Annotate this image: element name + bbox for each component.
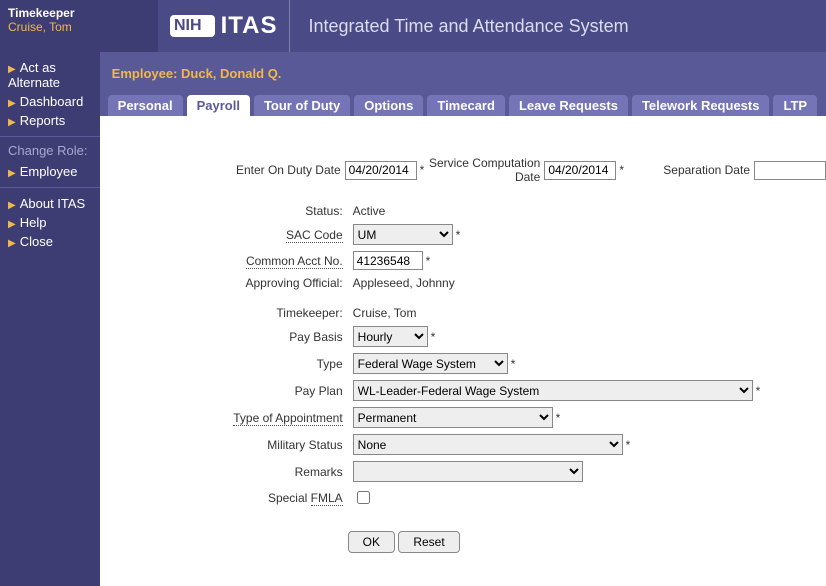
sidebar: ▶Act as Alternate ▶Dashboard ▶Reports Ch…: [0, 52, 100, 586]
pay-plan-select[interactable]: WL-Leader-Federal Wage System: [353, 380, 753, 401]
bullet-icon: ▶: [8, 238, 16, 249]
common-acct-label: Common Acct No.: [246, 254, 343, 269]
tab-leave-requests[interactable]: Leave Requests: [509, 95, 628, 116]
tab-options[interactable]: Options: [354, 95, 423, 116]
type-appt-label: Type of Appointment: [233, 411, 342, 426]
enter-on-duty-input[interactable]: [345, 161, 417, 180]
pay-basis-select[interactable]: Hourly: [353, 326, 428, 347]
sidebar-item-help[interactable]: ▶Help: [8, 213, 92, 232]
sac-label: SAC Code: [286, 228, 343, 243]
type-label: Type: [102, 351, 347, 376]
pay-plan-label: Pay Plan: [102, 378, 347, 403]
nih-badge: NIH: [170, 15, 215, 37]
military-label: Military Status: [102, 432, 347, 457]
sep-date-input[interactable]: [754, 161, 826, 180]
sidebar-group-actions: ▶Act as Alternate ▶Dashboard ▶Reports: [0, 52, 100, 137]
logo: NIH ITAS: [158, 0, 290, 52]
tab-bar: Personal Payroll Tour of Duty Options Ti…: [100, 91, 826, 116]
status-value: Active: [349, 202, 824, 220]
tab-payroll[interactable]: Payroll: [187, 95, 250, 116]
enter-on-duty-label: Enter On Duty Date: [100, 163, 345, 177]
status-label: Status:: [102, 202, 347, 220]
type-select[interactable]: Federal Wage System: [353, 353, 508, 374]
sidebar-item-about[interactable]: ▶About ITAS: [8, 194, 92, 213]
sidebar-group-misc: ▶About ITAS ▶Help ▶Close: [0, 188, 100, 257]
timekeeper-label: Timekeeper:: [102, 304, 347, 322]
user-name: Cruise, Tom: [8, 20, 150, 34]
svc-comp-input[interactable]: [544, 161, 616, 180]
content-area: Employee: Duck, Donald Q. Personal Payro…: [100, 52, 826, 586]
bullet-icon: ▶: [8, 200, 16, 211]
special-fmla-label: FMLA: [311, 491, 343, 506]
common-acct-input[interactable]: [353, 251, 423, 270]
ok-button[interactable]: OK: [348, 531, 395, 553]
form-table: Status: Active SAC Code UM* Common Acct …: [100, 200, 826, 511]
payroll-form: Enter On Duty Date * Service Computation…: [100, 116, 826, 553]
sidebar-item-dashboard[interactable]: ▶Dashboard: [8, 92, 92, 111]
bullet-icon: ▶: [8, 64, 16, 75]
bullet-icon: ▶: [8, 98, 16, 109]
button-row: OK Reset: [100, 511, 826, 553]
special-fmla-checkbox[interactable]: [357, 491, 370, 504]
date-row: Enter On Duty Date * Service Computation…: [100, 156, 826, 184]
sidebar-group-change-role: Change Role: ▶Employee: [0, 137, 100, 188]
sac-code-select[interactable]: UM: [353, 224, 453, 245]
tagline: Integrated Time and Attendance System: [308, 16, 628, 37]
approving-official-label: Approving Official:: [102, 274, 347, 292]
chevron-right-icon: [204, 18, 211, 34]
tab-ltp[interactable]: LTP: [773, 95, 817, 116]
sidebar-item-employee[interactable]: ▶Employee: [8, 162, 92, 181]
reset-button[interactable]: Reset: [398, 531, 459, 553]
bullet-icon: ▶: [8, 168, 16, 179]
app-header: Timekeeper Cruise, Tom NIH ITAS Integrat…: [0, 0, 826, 52]
military-select[interactable]: None: [353, 434, 623, 455]
sidebar-item-act-as-alternate[interactable]: ▶Act as Alternate: [8, 58, 92, 92]
role-title: Timekeeper: [8, 6, 150, 20]
sidebar-item-reports[interactable]: ▶Reports: [8, 111, 92, 130]
timekeeper-block: Timekeeper Cruise, Tom: [0, 0, 158, 52]
pay-basis-label: Pay Basis: [102, 324, 347, 349]
tab-tour-of-duty[interactable]: Tour of Duty: [254, 95, 350, 116]
bullet-icon: ▶: [8, 219, 16, 230]
tab-personal[interactable]: Personal: [108, 95, 183, 116]
itas-text: ITAS: [221, 12, 278, 40]
bullet-icon: ▶: [8, 117, 16, 128]
employee-line: Employee: Duck, Donald Q.: [100, 52, 826, 91]
remarks-label: Remarks: [102, 459, 347, 484]
svc-comp-label: Service Computation Date: [424, 156, 544, 184]
change-role-heading: Change Role:: [8, 143, 92, 158]
sidebar-item-close[interactable]: ▶Close: [8, 232, 92, 251]
timekeeper-value: Cruise, Tom: [349, 304, 824, 322]
approving-official-value: Appleseed, Johnny: [349, 274, 824, 292]
nih-text: NIH: [174, 17, 202, 35]
type-appt-select[interactable]: Permanent: [353, 407, 553, 428]
tab-timecard[interactable]: Timecard: [427, 95, 505, 116]
tab-telework-requests[interactable]: Telework Requests: [632, 95, 770, 116]
sep-date-label: Separation Date: [624, 163, 754, 177]
remarks-select[interactable]: [353, 461, 583, 482]
